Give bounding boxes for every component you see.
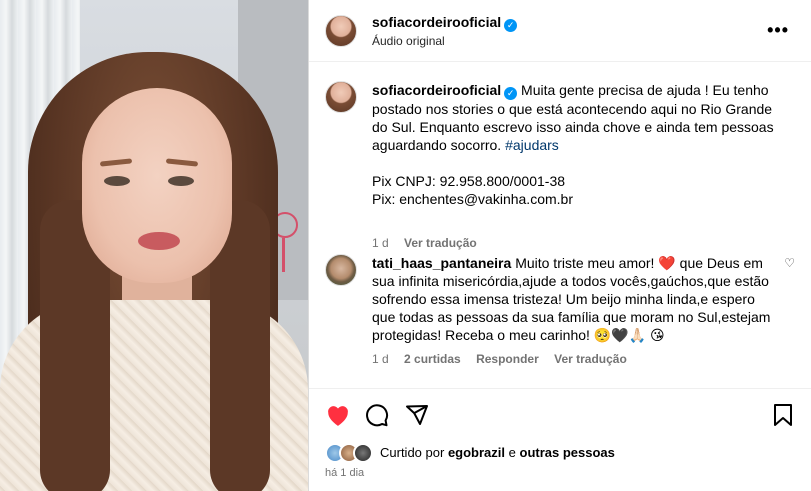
post-header: sofiacordeirooficial ✓ Áudio original ••• [309,0,811,62]
person-face [82,88,232,283]
comment-text-start: Muito triste meu amor! [515,255,655,271]
heart-filled-icon[interactable] [325,403,351,432]
red-heart-emoji: ❤️ [658,255,676,271]
caption-item: sofiacordeirooficial ✓ Muita gente precis… [325,81,795,250]
caption-pix-cnpj: Pix CNPJ: 92.958.800/0001-38 [372,173,566,189]
caption-meta: 1 d Ver tradução [372,236,489,250]
audio-label[interactable]: Áudio original [372,34,445,48]
bookmark-icon[interactable] [772,403,794,432]
author-username-text[interactable]: sofiacordeirooficial [372,14,501,30]
author-avatar[interactable] [325,15,357,47]
reel-video[interactable] [0,0,308,491]
comment-emojis: 🥺🖤🙏🏻 😘 [593,327,665,343]
comments-section[interactable]: sofiacordeirooficial ✓ Muita gente precis… [309,62,811,388]
comment-reply-link[interactable]: Responder [476,352,539,366]
person-mouth [138,232,180,250]
person-eye-left [104,176,130,186]
comment-likes-count[interactable]: 2 curtidas [404,352,461,366]
comment-item: tati_haas_pantaneira Muito triste meu am… [325,254,795,374]
liked-by-user[interactable]: egobrazil [448,445,505,460]
comment-like-heart-icon[interactable]: ♡ [784,256,795,270]
more-horizontal-icon[interactable]: ••• [767,20,789,41]
person-eye-right [168,176,194,186]
caption-translate-link[interactable]: Ver tradução [404,236,477,250]
caption-hashtag[interactable]: #ajudars [505,137,559,153]
liked-by-connector: e [508,445,516,460]
author-username[interactable]: sofiacordeirooficial ✓ [372,14,518,32]
liked-by-others[interactable]: outras pessoas [520,445,615,460]
post-side-panel: sofiacordeirooficial ✓ Áudio original •••… [308,0,811,491]
share-icon[interactable] [405,403,429,432]
caption-author-avatar[interactable] [325,81,357,113]
dreamcatcher-feather [282,238,285,272]
liker-avatar-3 [353,443,373,463]
verified-badge-icon: ✓ [504,19,518,32]
caption-pix-email: Pix: enchentes@vakinha.com.br [372,191,573,207]
comment-translate-link[interactable]: Ver tradução [554,352,627,366]
post-date[interactable]: há 1 dia [325,467,364,479]
liked-by-text[interactable]: Curtido por egobrazil e outras pessoas [380,445,615,460]
comment-username[interactable]: tati_haas_pantaneira [372,255,511,271]
comment-time: 1 d [372,352,389,366]
comment-meta: 1 d 2 curtidas Responder Ver tradução [372,352,639,366]
verified-badge-icon: ✓ [504,87,518,100]
commenter-avatar[interactable] [325,254,357,286]
post-footer: Curtido por egobrazil e outras pessoas h… [309,388,811,491]
comment-body: tati_haas_pantaneira Muito triste meu am… [372,254,782,344]
caption-username[interactable]: sofiacordeirooficial [372,82,501,98]
comment-icon[interactable] [365,403,389,432]
caption-time: 1 d [372,236,389,250]
caption-body: sofiacordeirooficial ✓ Muita gente precis… [372,81,782,208]
liked-by-prefix: Curtido por [380,445,445,460]
